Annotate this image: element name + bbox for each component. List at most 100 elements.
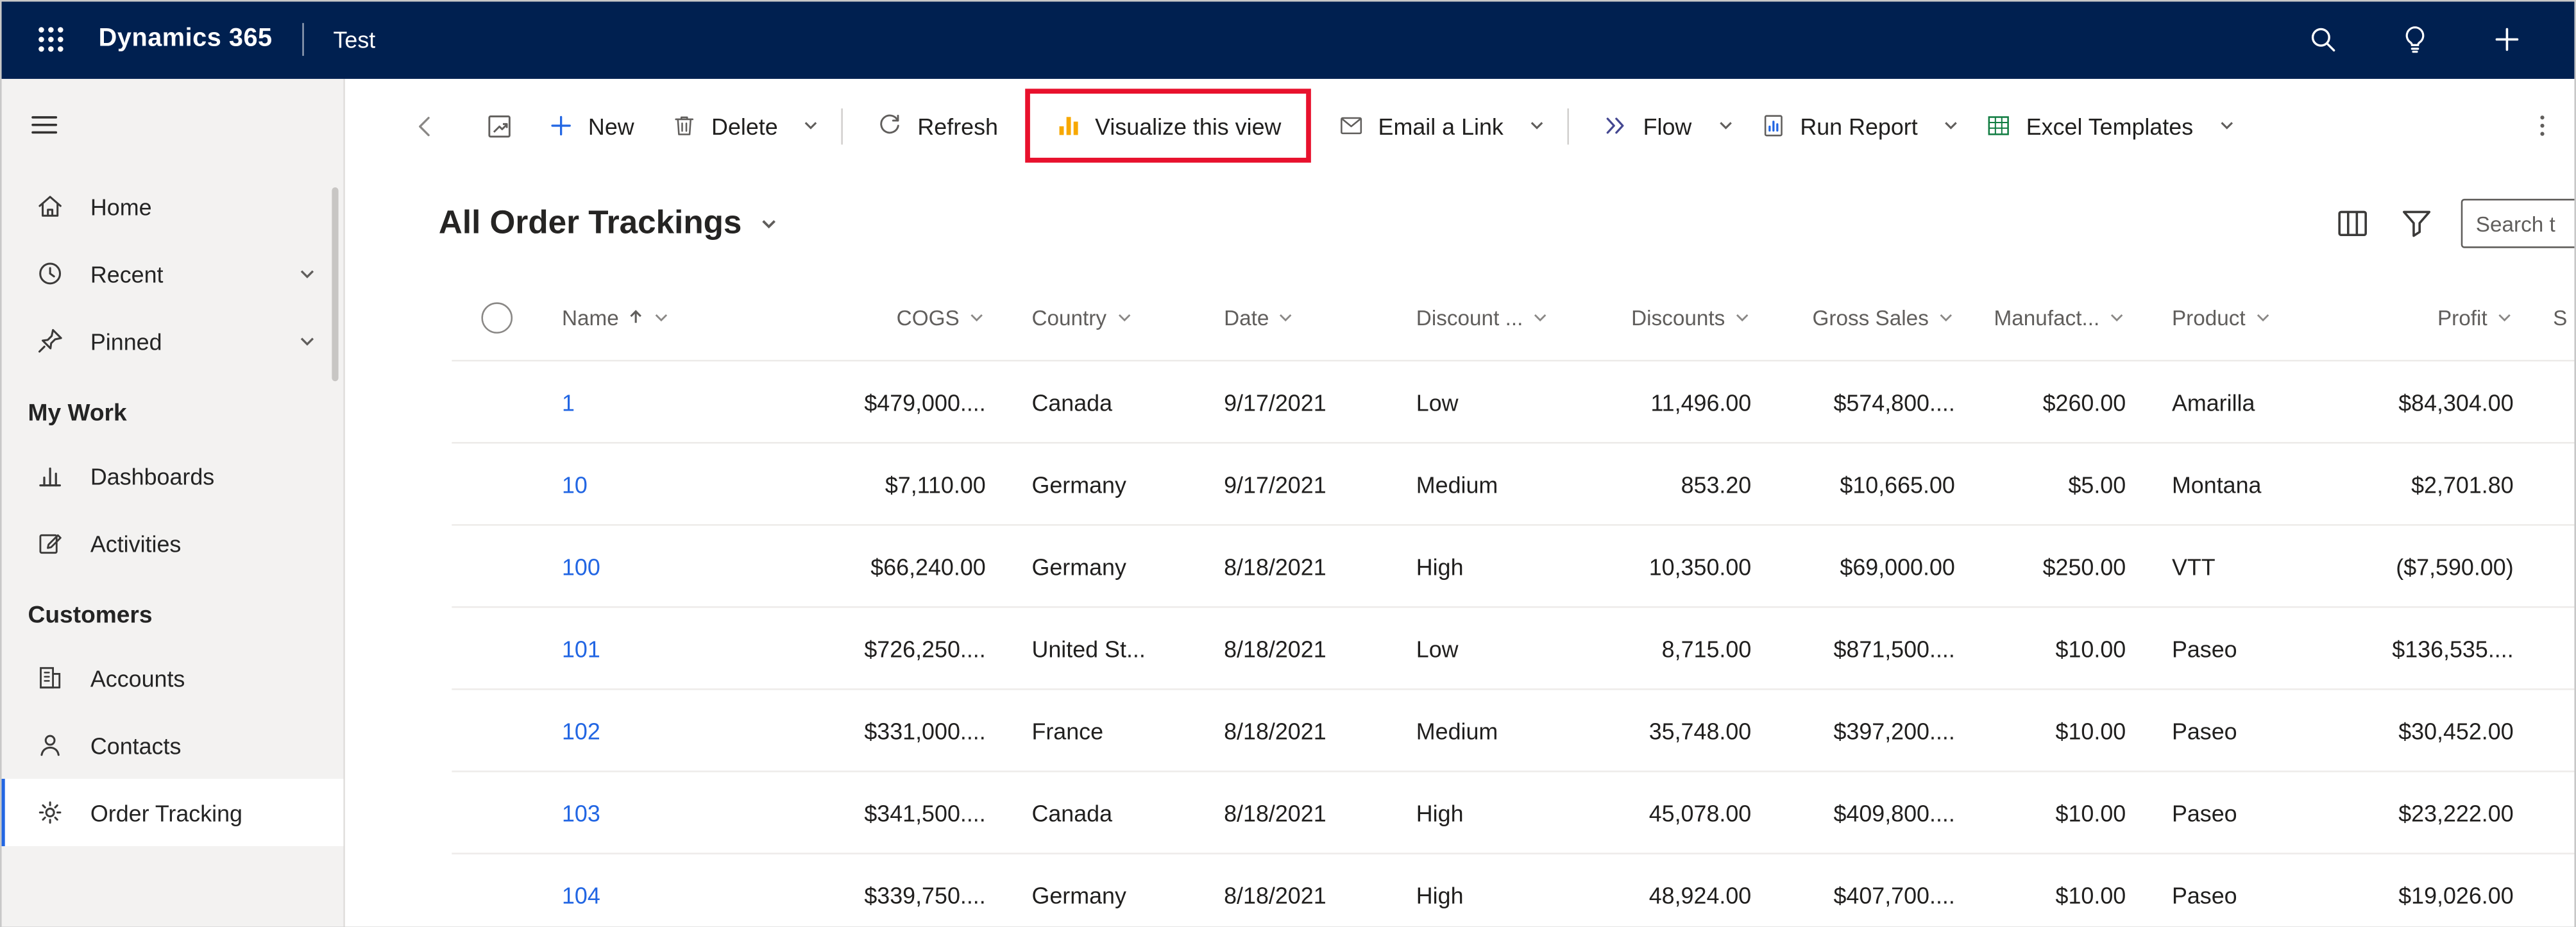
- refresh-button[interactable]: Refresh: [858, 102, 1016, 149]
- search-icon[interactable]: [2307, 23, 2339, 56]
- chevron-down-icon[interactable]: [1521, 106, 1553, 144]
- grid-cell: Low: [1396, 361, 1582, 442]
- grid-cell: [2533, 526, 2576, 607]
- sidebar-item-activities[interactable]: Activities: [0, 509, 343, 577]
- row-select-cell[interactable]: [452, 772, 542, 853]
- record-link-cell[interactable]: 103: [542, 772, 764, 853]
- sidebar-item-accounts[interactable]: Accounts: [0, 644, 343, 711]
- delete-button[interactable]: Delete: [652, 102, 796, 149]
- sidebar-item-dashboards[interactable]: Dashboards: [0, 442, 343, 509]
- grid-cell: Germany: [1005, 444, 1204, 525]
- view-title[interactable]: All Order Trackings: [439, 205, 742, 242]
- sidebar-item-order-tracking[interactable]: Order Tracking: [0, 779, 343, 846]
- chevron-down-icon[interactable]: [298, 331, 318, 351]
- grid-cell: $84,304.00: [2338, 361, 2534, 442]
- run-report-button[interactable]: Run Report: [1741, 102, 1936, 149]
- chevron-down-icon[interactable]: [1709, 106, 1741, 144]
- sidebar-item-recent[interactable]: Recent: [0, 240, 343, 307]
- table-row[interactable]: 101$726,250....United St...8/18/2021Low8…: [452, 608, 2576, 690]
- row-select-cell[interactable]: [452, 444, 542, 525]
- column-header-s[interactable]: S: [2533, 275, 2576, 360]
- row-select-cell[interactable]: [452, 526, 542, 607]
- grid-cell: Medium: [1396, 444, 1582, 525]
- grid-cell: Paseo: [2146, 690, 2338, 771]
- app-launcher-icon[interactable]: [23, 12, 79, 67]
- grid-cell: 8/18/2021: [1204, 526, 1396, 607]
- row-select-cell[interactable]: [452, 855, 542, 927]
- column-header-product[interactable]: Product: [2146, 275, 2338, 360]
- grid-cell: $574,800....: [1771, 361, 1975, 442]
- column-header-date[interactable]: Date: [1204, 275, 1396, 360]
- record-link-cell[interactable]: 102: [542, 690, 764, 771]
- row-select-cell[interactable]: [452, 690, 542, 771]
- column-header-label: Gross Sales: [1813, 305, 1929, 329]
- record-link-cell[interactable]: 10: [542, 444, 764, 525]
- new-button[interactable]: New: [529, 102, 652, 149]
- add-icon[interactable]: [2491, 23, 2523, 56]
- select-all-checkbox[interactable]: [481, 302, 513, 333]
- chevron-down-icon[interactable]: [298, 264, 318, 284]
- column-header-manufact[interactable]: Manufact...: [1975, 275, 2146, 360]
- hamburger-icon[interactable]: [0, 79, 61, 173]
- chevron-down-icon[interactable]: [756, 212, 779, 235]
- column-header-name[interactable]: Name: [542, 275, 764, 360]
- sitemap-sidebar: Home Recent Pinned My Work: [0, 79, 345, 927]
- command-divider: [842, 108, 844, 144]
- column-header-country[interactable]: Country: [1005, 275, 1204, 360]
- grid-cell: $341,500....: [764, 772, 1006, 853]
- column-header-discount[interactable]: Discount ...: [1396, 275, 1582, 360]
- lightbulb-icon[interactable]: [2398, 23, 2431, 56]
- app-name[interactable]: Test: [333, 26, 375, 53]
- chevron-down-icon[interactable]: [796, 106, 827, 144]
- table-row[interactable]: 103$341,500....Canada8/18/2021High45,078…: [452, 772, 2576, 855]
- column-header-label: Manufact...: [1994, 305, 2100, 329]
- sidebar-item-pinned[interactable]: Pinned: [0, 307, 343, 375]
- grid-cell: $871,500....: [1771, 608, 1975, 689]
- flow-button[interactable]: Flow: [1584, 102, 1709, 149]
- search-input[interactable]: [2461, 199, 2576, 248]
- brand-title[interactable]: Dynamics 365: [99, 24, 273, 54]
- column-header-gross-sales[interactable]: Gross Sales: [1771, 275, 1975, 360]
- sidebar-item-contacts[interactable]: Contacts: [0, 711, 343, 779]
- visualize-this-view-button[interactable]: Visualize this view: [1036, 102, 1300, 149]
- chevron-down-icon[interactable]: [2211, 106, 2242, 144]
- table-row[interactable]: 102$331,000....France8/18/2021Medium35,7…: [452, 690, 2576, 772]
- record-link-cell[interactable]: 1: [542, 361, 764, 442]
- filter-icon[interactable]: [2397, 204, 2436, 243]
- table-row[interactable]: 100$66,240.00Germany8/18/2021High10,350.…: [452, 526, 2576, 608]
- excel-templates-button[interactable]: Excel Templates: [1967, 102, 2212, 149]
- grid-cell: High: [1396, 772, 1582, 853]
- column-header-label: Product: [2172, 305, 2246, 329]
- sidebar-item-label: Contacts: [90, 732, 182, 758]
- topnav-divider: [302, 23, 304, 56]
- show-chart-icon[interactable]: [470, 101, 529, 151]
- chevron-down-icon: [1937, 308, 1955, 326]
- grid-cell: Medium: [1396, 690, 1582, 771]
- pinned-icon: [35, 325, 66, 357]
- sidebar-item-home[interactable]: Home: [0, 173, 343, 240]
- data-grid: NameCOGSCountryDateDiscount ...Discounts…: [452, 275, 2576, 927]
- sidebar-scrollbar[interactable]: [332, 187, 338, 381]
- grid-cell: $409,800....: [1771, 772, 1975, 853]
- grid-body: 1$479,000....Canada9/17/2021Low11,496.00…: [452, 361, 2576, 927]
- row-select-cell[interactable]: [452, 608, 542, 689]
- back-icon[interactable]: [398, 101, 453, 151]
- table-row[interactable]: 104$339,750....Germany8/18/2021High48,92…: [452, 855, 2576, 927]
- record-link-cell[interactable]: 104: [542, 855, 764, 927]
- table-row[interactable]: 10$7,110.00Germany9/17/2021Medium853.20$…: [452, 444, 2576, 526]
- grid-cell: ($7,590.00): [2338, 526, 2534, 607]
- column-header-cogs[interactable]: COGS: [764, 275, 1006, 360]
- email-a-link-button[interactable]: Email a Link: [1319, 102, 1521, 149]
- table-row[interactable]: 1$479,000....Canada9/17/2021Low11,496.00…: [452, 361, 2576, 443]
- chevron-down-icon[interactable]: [1936, 106, 1967, 144]
- overflow-icon[interactable]: [2518, 102, 2566, 149]
- column-header-profit[interactable]: Profit: [2338, 275, 2534, 360]
- grid-cell: $66,240.00: [764, 526, 1006, 607]
- record-link-cell[interactable]: 100: [542, 526, 764, 607]
- view-header-actions: [2333, 199, 2576, 248]
- chevron-down-icon: [2254, 308, 2272, 326]
- edit-columns-icon[interactable]: [2333, 204, 2372, 243]
- row-select-cell[interactable]: [452, 361, 542, 442]
- column-header-discounts[interactable]: Discounts: [1582, 275, 1771, 360]
- record-link-cell[interactable]: 101: [542, 608, 764, 689]
